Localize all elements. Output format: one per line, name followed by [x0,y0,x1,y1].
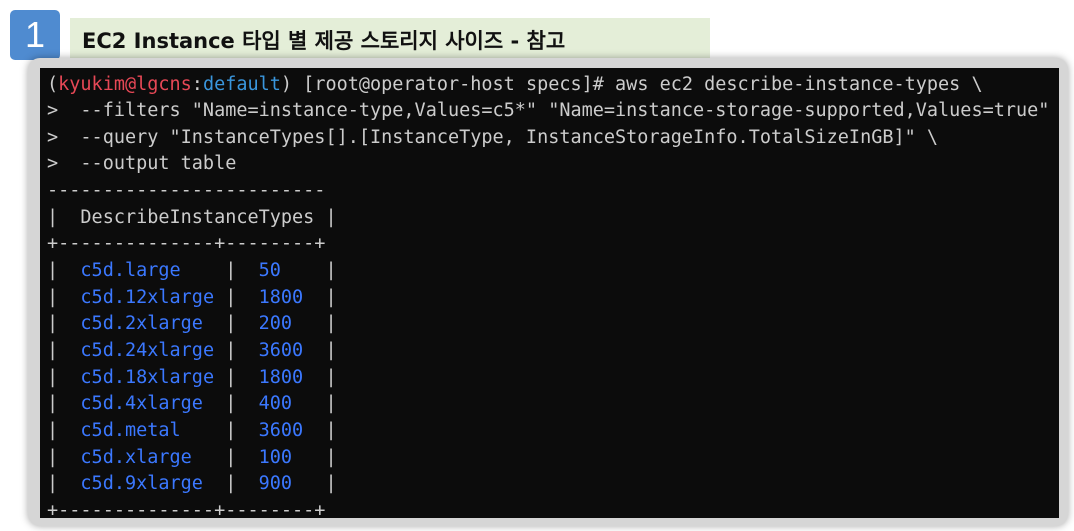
instance-type: c5d.12xlarge [80,287,215,308]
instance-type: c5d.9xlarge [80,473,203,494]
storage-size: 1800 [258,287,304,308]
table-row: | c5d.9xlarge | 900 | [47,473,337,494]
table-row: | c5d.xlarge | 100 | [47,447,337,468]
instance-type: c5d.4xlarge [80,393,203,414]
prompt-context: default [202,74,281,95]
continuation-line: > --query "InstanceTypes[].[InstanceType… [47,127,939,148]
storage-size: 400 [258,393,293,414]
table-separator: +--------------+--------+ [47,233,326,254]
table-row: | c5d.4xlarge | 400 | [47,393,337,414]
prompt-command: ) [root@operator-host specs]# aws ec2 de… [280,74,983,95]
instance-type: c5d.18xlarge [80,367,215,388]
table-border-top: ------------------------- [47,180,326,201]
table-row: | c5d.18xlarge | 1800 | [47,367,337,388]
table-row: | c5d.2xlarge | 200 | [47,313,337,334]
instance-type: c5d.metal [80,420,181,441]
instance-type: c5d.large [80,260,181,281]
prompt-user: kyukim@lgcns [58,74,192,95]
step-number-badge: 1 [10,10,60,60]
prompt-separator: : [191,74,203,95]
instance-type: c5d.2xlarge [80,313,203,334]
storage-size: 900 [258,473,293,494]
table-border-bottom: +--------------+--------+ [47,500,326,518]
storage-size: 200 [258,313,293,334]
storage-size: 3600 [258,420,304,441]
command-line: (kyukim@lgcns:default) [root@operator-ho… [47,72,983,98]
prompt-paren: ( [47,74,59,95]
storage-size: 1800 [258,367,304,388]
terminal-window: (kyukim@lgcns:default) [root@operator-ho… [40,68,1059,518]
page-title: EC2 Instance 타입 별 제공 스토리지 사이즈 - 참고 [82,29,566,53]
table-row: | c5d.metal | 3600 | [47,420,337,441]
table-row: | c5d.12xlarge | 1800 | [47,287,337,308]
table-row: | c5d.large | 50 | [47,260,337,281]
continuation-line: > --filters "Name=instance-type,Values=c… [47,100,1059,121]
storage-size: 100 [258,447,293,468]
continuation-line: > --output table [47,153,237,174]
table-title-row: | DescribeInstanceTypes | [47,207,337,228]
instance-type: c5d.xlarge [80,447,192,468]
storage-size: 50 [258,260,281,281]
table-row: | c5d.24xlarge | 3600 | [47,340,337,361]
storage-size: 3600 [258,340,304,361]
title-banner: EC2 Instance 타입 별 제공 스토리지 사이즈 - 참고 [70,18,710,62]
step-number: 1 [24,14,46,55]
instance-type: c5d.24xlarge [80,340,215,361]
